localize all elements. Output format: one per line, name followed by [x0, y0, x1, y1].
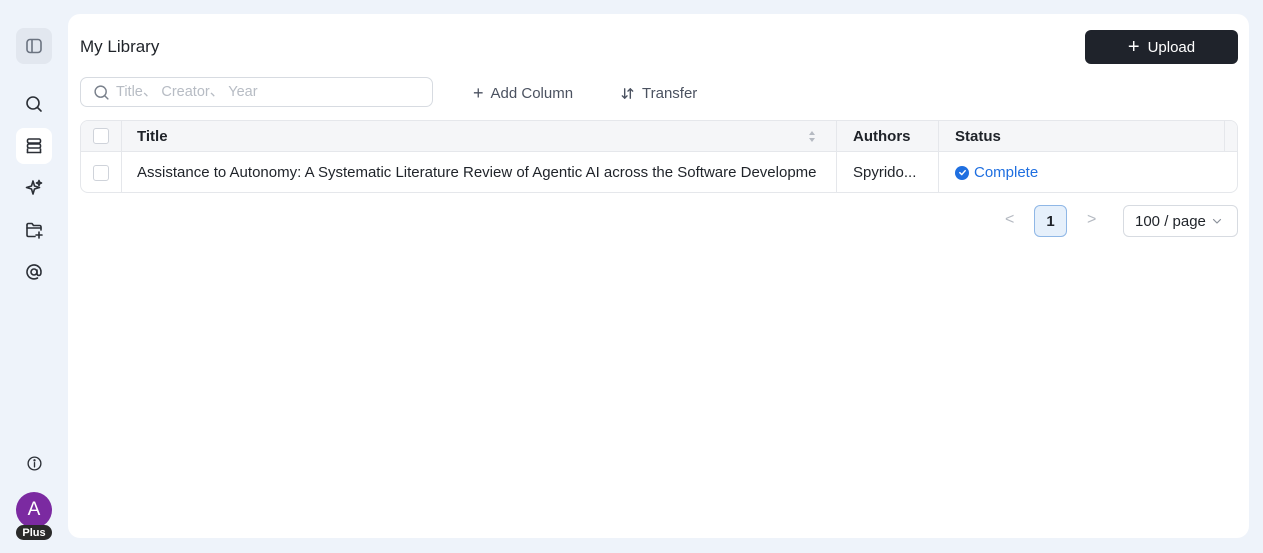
info-button[interactable] [16, 445, 52, 481]
sparkle-icon [25, 179, 43, 195]
column-authors-label: Authors [853, 127, 911, 145]
main-panel: My Library + Upload + Add Column Transfe… [68, 14, 1249, 538]
library-table: Title Authors Status Assistance to Auton… [80, 120, 1238, 193]
select-all-checkbox[interactable] [93, 128, 109, 144]
table-header: Title Authors Status [81, 121, 1237, 152]
row-title[interactable]: Assistance to Autonomy: A Systematic Lit… [137, 152, 827, 192]
row-checkbox-cell [93, 152, 109, 192]
page-size-label: 100 / page [1135, 212, 1206, 230]
sidebar-toggle-icon [26, 38, 42, 54]
search-input[interactable] [116, 84, 416, 100]
search-box[interactable] [80, 77, 433, 107]
transfer-icon [621, 87, 634, 99]
prev-page-button[interactable]: < [1005, 211, 1014, 229]
page-size-select[interactable]: 100 / page [1123, 205, 1238, 237]
database-icon [26, 138, 42, 154]
search-icon [26, 96, 42, 112]
plus-icon: + [473, 83, 484, 103]
column-header-title[interactable]: Title [137, 121, 832, 151]
search-icon [94, 84, 109, 100]
avatar[interactable]: A [16, 492, 52, 528]
header-checkbox-cell [93, 121, 109, 151]
add-column-label: Add Column [490, 84, 574, 102]
status-label: Complete [974, 164, 1039, 181]
row-authors: Spyrido... [853, 164, 917, 181]
sidebar-toggle-button[interactable] [16, 28, 52, 64]
check-circle-icon [955, 165, 969, 180]
transfer-button[interactable]: Transfer [620, 82, 697, 104]
folder-nav-button[interactable] [16, 212, 52, 248]
upload-button[interactable]: + Upload [1085, 30, 1238, 64]
add-column-button[interactable]: + Add Column [473, 82, 573, 104]
left-rail: A Plus [0, 0, 68, 553]
avatar-letter: A [27, 499, 41, 520]
column-title-label: Title [137, 127, 168, 145]
plan-badge: Plus [16, 525, 52, 540]
page-title: My Library [80, 37, 160, 56]
table-row[interactable]: Assistance to Autonomy: A Systematic Lit… [81, 152, 1237, 192]
library-nav-button[interactable] [16, 128, 52, 164]
next-page-button[interactable]: > [1087, 211, 1096, 229]
search-nav-button[interactable] [16, 86, 52, 122]
ai-nav-button[interactable] [16, 170, 52, 206]
at-icon [26, 264, 42, 280]
column-header-status[interactable]: Status [955, 121, 1155, 151]
folder-add-icon [26, 222, 43, 239]
row-checkbox[interactable] [93, 164, 109, 181]
row-status-cell: Complete [955, 152, 1155, 192]
transfer-label: Transfer [642, 84, 698, 102]
sort-icon[interactable] [808, 130, 816, 143]
upload-label: Upload [1147, 38, 1196, 56]
page-1-button[interactable]: 1 [1034, 205, 1067, 237]
status-badge: Complete [955, 164, 1038, 181]
chevron-down-icon [1212, 218, 1222, 224]
info-icon [26, 455, 42, 471]
column-header-authors[interactable]: Authors [853, 121, 933, 151]
mention-nav-button[interactable] [16, 254, 52, 290]
column-status-label: Status [955, 127, 1001, 145]
plus-icon: + [1127, 36, 1140, 58]
